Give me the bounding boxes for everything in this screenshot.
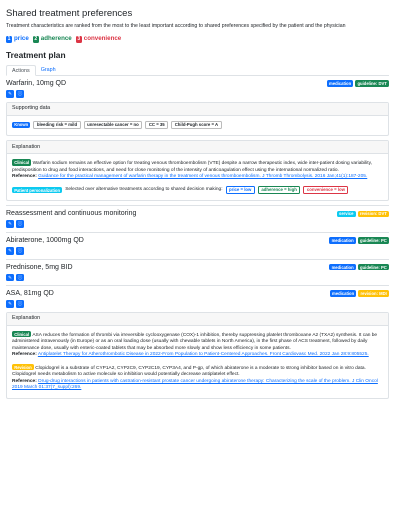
type-badge: medication [329,290,357,297]
rank-badge: 1 [6,35,12,43]
explanation-card: Explanation Clinical ASA reduces the for… [6,311,389,399]
fact-badge: convenience = low [303,185,349,195]
reference-link[interactable]: Antiplatelet Therapy for Atherothromboti… [38,352,369,357]
personalization-text: Selected over alternative treatments acc… [65,186,223,192]
plan-item-prednisone: Prednisone, 5mg BID medication guideline… [6,260,389,287]
plan-tabs: Actions Graph [6,65,389,77]
source-badge: guideline: DVT [355,80,389,87]
item-title: ASA, 81mg QD [6,290,54,298]
info-icon[interactable]: ⓘ [16,247,24,255]
fact-badge: CC = 35 [145,120,169,130]
personalization-badge: Patient personalization [12,186,63,194]
card-header: Explanation [7,312,388,326]
info-icon[interactable]: ⓘ [16,220,24,228]
edit-icon[interactable]: ✎ [6,273,14,282]
reference-link[interactable]: Guidance for the practical management of… [38,174,367,179]
edit-icon[interactable]: ✎ [6,247,14,255]
type-badge: medication [329,237,356,244]
reference-link[interactable]: Drug-drug interactions in patients with … [12,379,378,390]
preference-label: convenience [83,35,122,43]
revision-explanation: Revision Clopidogrel is a substrate of C… [12,363,383,392]
reference-label: Reference: [12,352,37,358]
preference-price: 1 price [6,35,29,43]
fact-badge: bleeding risk = mild [33,120,81,130]
info-icon[interactable]: ⓘ [16,300,24,308]
clinical-explanation: Clinical ASA reduces the formation of th… [12,330,383,359]
item-title: Abiraterone, 1000mg QD [6,236,84,244]
fact-badge: price = low [225,185,255,195]
plan-title: Treatment plan [6,50,66,61]
clinical-badge: Clinical [12,330,32,338]
source-badge: revision: DVT [357,210,389,218]
preference-label: price [14,35,29,43]
info-icon[interactable]: ⓘ [16,273,24,282]
page-title: Shared treatment preferences [6,8,133,19]
plan-item-asa: ASA, 81mg QD medication revision: MDI ✎ … [6,286,389,403]
plan-item-reassessment: Reassessment and continuous monitoring s… [6,206,389,233]
item-title: Reassessment and continuous monitoring [6,210,137,218]
tab-graph[interactable]: Graph [36,65,61,76]
preferences-list: 1 price 2 adherence 3 convenience [6,35,389,43]
preference-label: adherence [40,35,72,43]
source-badge: revision: MDI [358,290,389,297]
plan-item-warfarin: Warfarin, 10mg QD medication guideline: … [6,76,389,207]
item-title: Prednisone, 5mg BID [6,263,73,271]
fact-badge: unresectable cancer = no [83,120,143,130]
info-icon[interactable]: ⓘ [16,90,24,98]
explanation-text: ASA reduces the formation of thrombi via… [12,332,378,351]
clinical-badge: Clinical [12,159,32,166]
revision-badge: Revision [12,363,34,371]
page-subtitle: Treatment characteristics are ranked fro… [6,23,346,30]
tab-actions[interactable]: Actions [6,65,36,77]
edit-icon[interactable]: ✎ [6,220,14,228]
rank-badge: 3 [75,35,82,43]
type-badge: service [336,210,356,218]
reference-label: Reference: [12,174,37,180]
supporting-data-card: Supporting data Known bleeding risk = mi… [6,101,389,137]
rank-badge: 2 [32,35,39,43]
reference-label: Reference: [12,378,37,384]
fact-badge: Child-Pugh score = A [171,120,222,130]
personalization-row: Patient personalization Selected over al… [12,185,383,195]
source-badge: guideline: PC [357,263,389,271]
explanation-card: Explanation Clinical Warfarin sodium rem… [6,140,389,202]
edit-icon[interactable]: ✎ [6,300,14,308]
edit-icon[interactable]: ✎ [6,90,14,98]
fact-badge: adherence = high [257,185,301,195]
item-title: Warfarin, 10mg QD [6,80,67,88]
type-badge: medication [326,80,354,87]
explanation-text: Warfarin sodium remains an effective opt… [12,161,372,173]
card-header: Explanation [7,141,388,155]
preference-convenience: 3 convenience [75,35,122,43]
plan-item-abiraterone: Abiraterone, 1000mg QD medication guidel… [6,233,389,260]
card-header: Supporting data [7,102,388,116]
type-badge: medication [329,263,356,271]
clinical-explanation: Clinical Warfarin sodium remains an effe… [12,159,383,181]
source-badge: guideline: PC [357,237,389,244]
known-badge: Known [12,121,31,129]
explanation-text: Clopidogrel is a substrate of CYP1A2, CY… [12,365,366,378]
preference-adherence: 2 adherence [32,35,72,43]
